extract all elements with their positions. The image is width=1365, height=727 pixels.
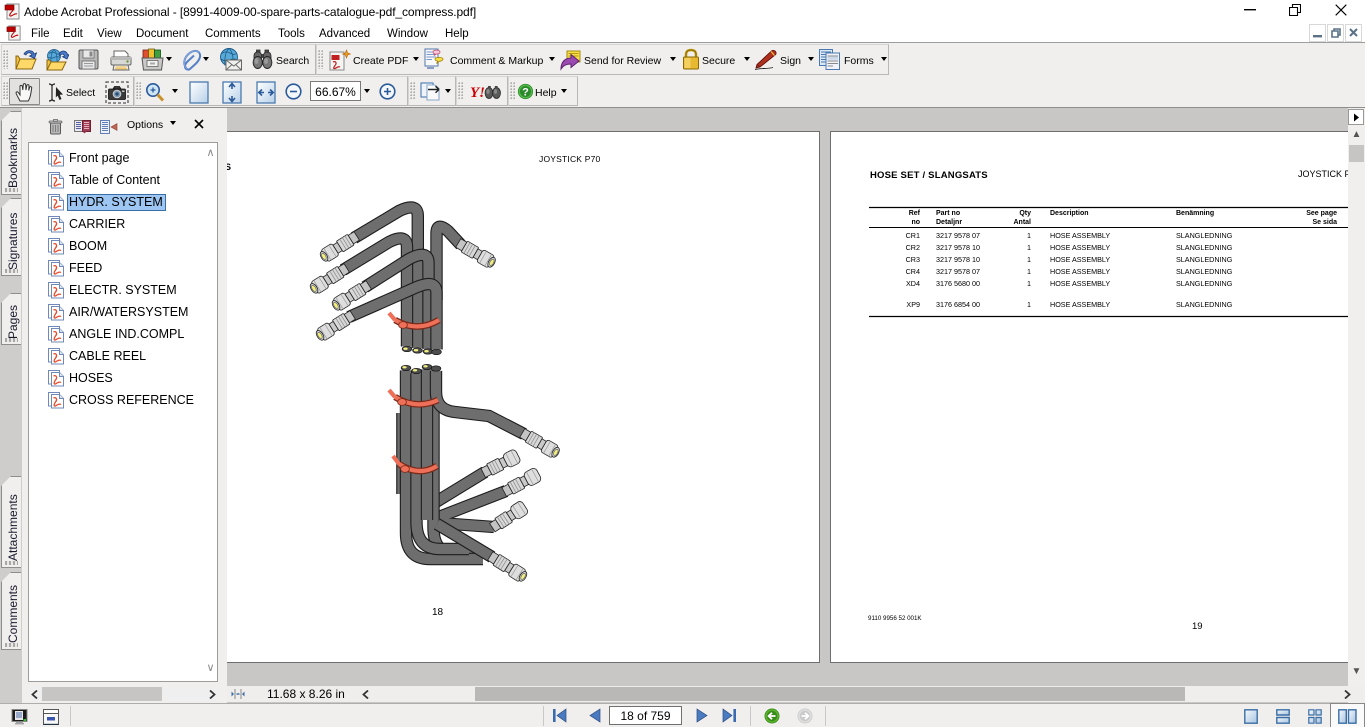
svg-text:JOYSTICK P70: JOYSTICK P70 — [539, 154, 601, 164]
svg-text:HOSE ASSEMBLY: HOSE ASSEMBLY — [1050, 243, 1110, 252]
svg-text:CR4: CR4 — [906, 267, 920, 276]
svg-text:CR3: CR3 — [906, 255, 920, 264]
svg-text:HOSE ASSEMBLY: HOSE ASSEMBLY — [1050, 255, 1110, 264]
svg-text:Antal: Antal — [1014, 219, 1032, 226]
svg-text:XD4: XD4 — [906, 279, 920, 288]
svg-text:19: 19 — [1192, 621, 1203, 632]
svg-text:1: 1 — [1027, 267, 1031, 276]
svg-text:3217 9578 07: 3217 9578 07 — [936, 231, 980, 240]
svg-text:CR1: CR1 — [906, 231, 920, 240]
svg-text:SLANGLEDNING: SLANGLEDNING — [1176, 255, 1233, 264]
svg-text:CR2: CR2 — [906, 243, 920, 252]
svg-text:HOSE SET / SLANGSATS: HOSE SET / SLANGSATS — [870, 170, 988, 181]
svg-text:Benämning: Benämning — [1176, 210, 1214, 217]
svg-text:SLANGLEDNING: SLANGLEDNING — [1176, 267, 1233, 276]
svg-text:Y!: Y! — [470, 85, 485, 100]
svg-text:SLANGLEDNING: SLANGLEDNING — [1176, 231, 1233, 240]
svg-text:?: ? — [522, 87, 529, 99]
svg-text:Se sida: Se sida — [1312, 219, 1337, 226]
svg-text:Description: Description — [1050, 210, 1089, 217]
svg-text:HOSE ASSEMBLY: HOSE ASSEMBLY — [1050, 300, 1110, 309]
svg-text:1: 1 — [1027, 300, 1031, 309]
svg-text:HOSE ASSEMBLY: HOSE ASSEMBLY — [1050, 231, 1110, 240]
svg-text:3217 9578 10: 3217 9578 10 — [936, 255, 980, 264]
svg-text:3217 9578 07: 3217 9578 07 — [936, 267, 980, 276]
svg-text:XP9: XP9 — [906, 300, 920, 309]
svg-text:3176 6854 00: 3176 6854 00 — [936, 300, 980, 309]
svg-text:18: 18 — [432, 607, 444, 618]
svg-text:Ref: Ref — [909, 210, 921, 217]
svg-text:SLANGLEDNING: SLANGLEDNING — [1176, 300, 1233, 309]
svg-text:1: 1 — [1027, 243, 1031, 252]
svg-text:1: 1 — [1027, 231, 1031, 240]
svg-text:HOSE ASSEMBLY: HOSE ASSEMBLY — [1050, 279, 1110, 288]
svg-text:HOSE ASSEMBLY: HOSE ASSEMBLY — [1050, 267, 1110, 276]
svg-text:1: 1 — [1027, 279, 1031, 288]
svg-text:SLANGLEDNING: SLANGLEDNING — [1176, 279, 1233, 288]
svg-text:3217 9578 10: 3217 9578 10 — [936, 243, 980, 252]
svg-text:1: 1 — [1027, 255, 1031, 264]
svg-text:Detaljnr: Detaljnr — [936, 219, 962, 226]
svg-text:See page: See page — [1306, 210, 1337, 217]
svg-text:Part no: Part no — [936, 210, 960, 217]
svg-text:JOYSTICK P70: JOYSTICK P70 — [1298, 169, 1349, 179]
svg-text:Qty: Qty — [1019, 210, 1031, 217]
svg-text:3176 5680 00: 3176 5680 00 — [936, 279, 980, 288]
svg-text:SLANGLEDNING: SLANGLEDNING — [1176, 243, 1233, 252]
svg-text:9110 9956 52 001K: 9110 9956 52 001K — [868, 615, 922, 622]
svg-text:no: no — [911, 219, 920, 226]
